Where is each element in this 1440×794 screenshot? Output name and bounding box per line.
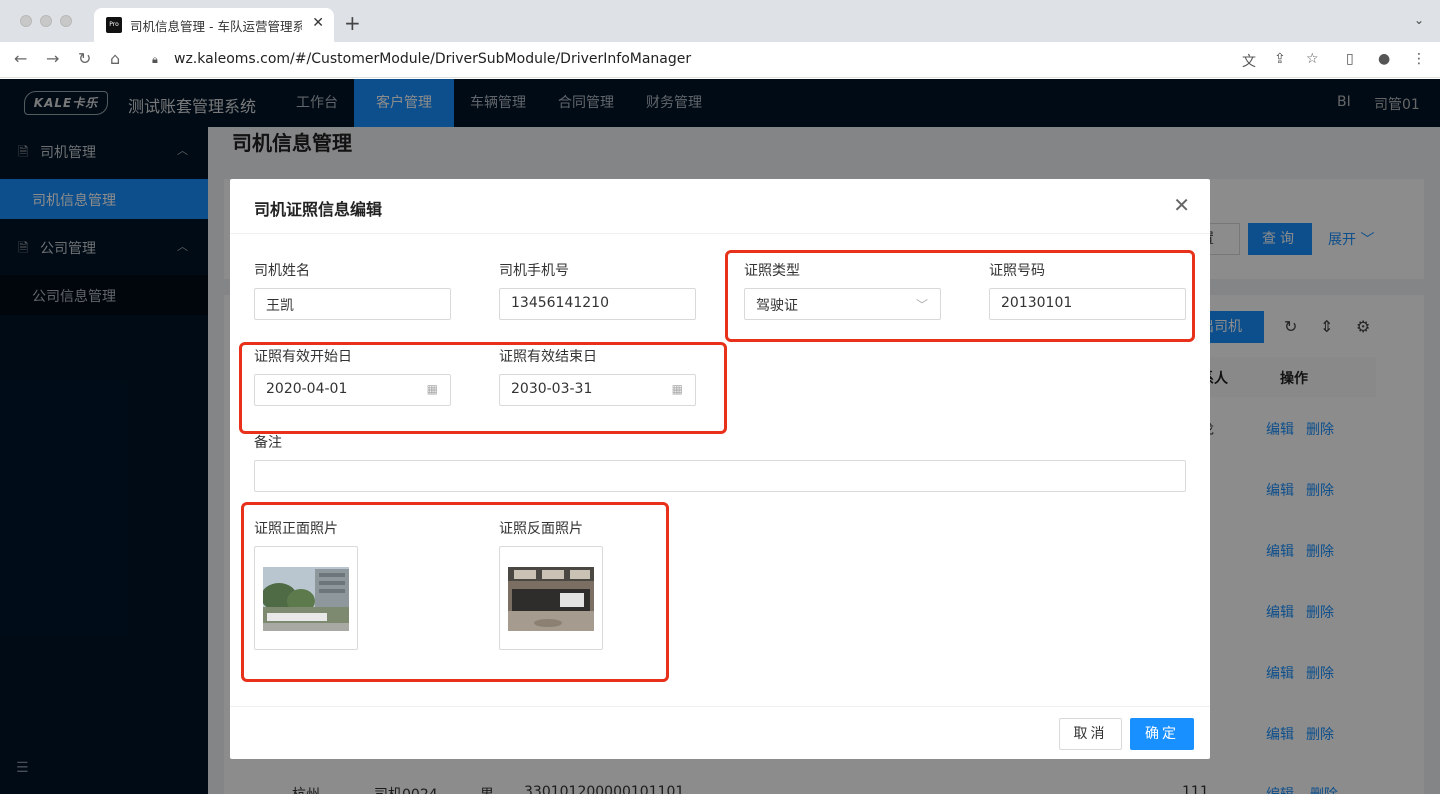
modal-header: 司机证照信息编辑 ✕ xyxy=(230,179,1210,234)
browser-tab[interactable]: Pro 司机信息管理 - 车队运营管理系统 ✕ xyxy=(94,8,334,42)
lock-icon[interactable]: 🔒︎ xyxy=(152,53,158,67)
home-icon[interactable]: ⌂ xyxy=(110,49,120,68)
tab-close-icon[interactable]: ✕ xyxy=(312,15,324,31)
window-minimize-dot[interactable] xyxy=(40,15,52,27)
browser-address-bar: ← → ↻ ⌂ 🔒︎ wz.kaleoms.com/#/CustomerModu… xyxy=(0,42,1440,78)
highlight-box-photos xyxy=(241,502,669,682)
url-field[interactable]: 🔒︎ wz.kaleoms.com/#/CustomerModule/Drive… xyxy=(140,46,1230,74)
driver-name-value: 王凯 xyxy=(266,298,294,314)
window-close-dot[interactable] xyxy=(20,15,32,27)
driver-name-label: 司机姓名 xyxy=(254,263,310,279)
more-menu-icon[interactable]: ⋮ xyxy=(1412,51,1426,67)
forward-icon[interactable]: → xyxy=(46,49,59,68)
url-text[interactable]: wz.kaleoms.com/#/CustomerModule/DriverSu… xyxy=(174,51,691,67)
share-icon[interactable]: ⇪ xyxy=(1274,51,1286,67)
highlight-box-validity xyxy=(239,342,727,434)
remark-input[interactable] xyxy=(254,460,1186,492)
highlight-box-license-info xyxy=(725,250,1195,342)
remark-label: 备注 xyxy=(254,435,282,451)
reload-icon[interactable]: ↻ xyxy=(78,49,91,68)
tab-list-chevron-icon[interactable]: ⌄ xyxy=(1414,13,1424,27)
tab-title: 司机信息管理 - 车队运营管理系统 xyxy=(130,19,302,34)
favicon-icon: Pro xyxy=(106,17,122,33)
modal-footer: 取消 确定 xyxy=(230,706,1210,759)
cancel-button[interactable]: 取消 xyxy=(1059,718,1122,750)
new-tab-icon[interactable]: + xyxy=(344,11,361,35)
browser-tab-bar: Pro 司机信息管理 - 车队运营管理系统 ✕ + ⌄ xyxy=(0,0,1440,42)
ok-button[interactable]: 确定 xyxy=(1130,718,1194,750)
license-edit-modal: 司机证照信息编辑 ✕ 司机姓名 王凯 司机手机号 13456141210 证照类… xyxy=(230,179,1210,759)
bookmark-star-icon[interactable]: ☆ xyxy=(1306,51,1319,67)
profile-icon[interactable]: ● xyxy=(1378,51,1390,67)
close-icon[interactable]: ✕ xyxy=(1173,193,1190,217)
window-zoom-dot[interactable] xyxy=(60,15,72,27)
driver-name-input[interactable]: 王凯 xyxy=(254,288,451,320)
sidepanel-icon[interactable]: ▯ xyxy=(1346,51,1354,67)
driver-phone-value: 13456141210 xyxy=(511,295,609,311)
translate-icon[interactable]: 文 xyxy=(1242,51,1256,71)
driver-phone-input[interactable]: 13456141210 xyxy=(499,288,696,320)
modal-title: 司机证照信息编辑 xyxy=(254,200,383,219)
back-icon[interactable]: ← xyxy=(14,49,27,68)
driver-phone-label: 司机手机号 xyxy=(499,263,569,279)
